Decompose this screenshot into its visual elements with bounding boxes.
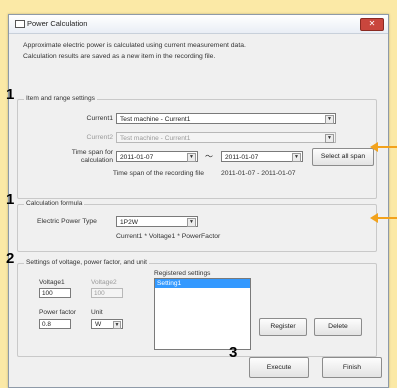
start-date-select[interactable]: 2011-01-07 ▼ — [116, 151, 198, 162]
unit-value: W — [95, 321, 102, 328]
power-factor-label: Power factor — [39, 309, 77, 316]
voltage1-input[interactable]: 100 — [39, 288, 71, 298]
annotation-arrow-line-1 — [376, 146, 397, 148]
voltage2-label: Voltage2 — [91, 279, 117, 286]
current2-select: Test machine - Current1 ▼ — [116, 132, 336, 143]
current2-label: Current2 — [86, 134, 113, 141]
voltage2-input: 100 — [91, 288, 123, 298]
registered-settings-list[interactable]: Setting1 — [154, 278, 251, 350]
voltage1-label: Voltage1 — [39, 279, 65, 286]
close-button[interactable]: ✕ — [360, 18, 384, 31]
chevron-down-icon[interactable]: ▼ — [292, 153, 301, 162]
step-marker-1-item-range: 1 — [6, 86, 15, 103]
chevron-down-icon: ▼ — [325, 134, 334, 143]
calc-formula-group: Calculation formula — [17, 200, 377, 252]
step-marker-3-execute: 3 — [229, 344, 238, 361]
description-line-2: Calculation results are saved as a new i… — [23, 53, 216, 60]
unit-select[interactable]: W ▼ — [91, 319, 123, 329]
power-calculation-dialog: Power Calculation ✕ Approximate electric… — [8, 14, 389, 388]
description-line-1: Approximate electric power is calculated… — [23, 42, 246, 49]
formula-text: Current1 * Voltage1 * PowerFactor — [116, 233, 221, 240]
recording-span-label: Time span of the recording file — [112, 170, 204, 177]
finish-button[interactable]: Finish — [322, 357, 382, 378]
current1-value: Test machine - Current1 — [120, 116, 191, 123]
execute-button[interactable]: Execute — [249, 357, 309, 378]
registered-settings-label: Registered settings — [154, 270, 211, 277]
timespan-label: Time span for calculation — [71, 149, 113, 164]
power-factor-input[interactable]: 0.8 — [39, 319, 71, 329]
end-date-select[interactable]: 2011-01-07 ▼ — [221, 151, 303, 162]
start-date-value: 2011-01-07 — [120, 154, 154, 161]
current1-select[interactable]: Test machine - Current1 ▼ — [116, 113, 336, 124]
power-type-label: Electric Power Type — [37, 218, 97, 225]
window-app-icon — [15, 20, 25, 28]
step-marker-2-settings: 2 — [6, 250, 15, 267]
recording-span-value: 2011-01-07 - 2011-01-07 — [221, 170, 296, 177]
title-bar: Power Calculation ✕ — [9, 15, 388, 34]
delete-button[interactable]: Delete — [314, 318, 362, 336]
current1-label: Current1 — [86, 115, 113, 122]
settings-group-label: Settings of voltage, power factor, and u… — [24, 259, 149, 266]
range-tilde: ～ — [205, 152, 213, 161]
select-all-span-button[interactable]: Select all span — [312, 148, 374, 166]
unit-label: Unit — [91, 309, 103, 316]
window-title: Power Calculation — [27, 19, 88, 28]
chevron-down-icon[interactable]: ▼ — [187, 218, 196, 227]
register-button[interactable]: Register — [259, 318, 307, 336]
power-type-select[interactable]: 1P2W ▼ — [116, 216, 198, 227]
annotation-arrow-line-2 — [376, 217, 397, 219]
end-date-value: 2011-01-07 — [225, 154, 259, 161]
current2-value: Test machine - Current1 — [120, 135, 191, 142]
chevron-down-icon[interactable]: ▼ — [113, 321, 121, 329]
calc-formula-group-label: Calculation formula — [24, 200, 85, 207]
chevron-down-icon[interactable]: ▼ — [187, 153, 196, 162]
step-marker-1-formula: 1 — [6, 191, 15, 208]
registered-setting-item[interactable]: Setting1 — [155, 279, 250, 288]
item-range-group-label: Item and range settings — [24, 95, 97, 102]
chevron-down-icon[interactable]: ▼ — [325, 115, 334, 124]
power-type-value: 1P2W — [120, 219, 138, 226]
